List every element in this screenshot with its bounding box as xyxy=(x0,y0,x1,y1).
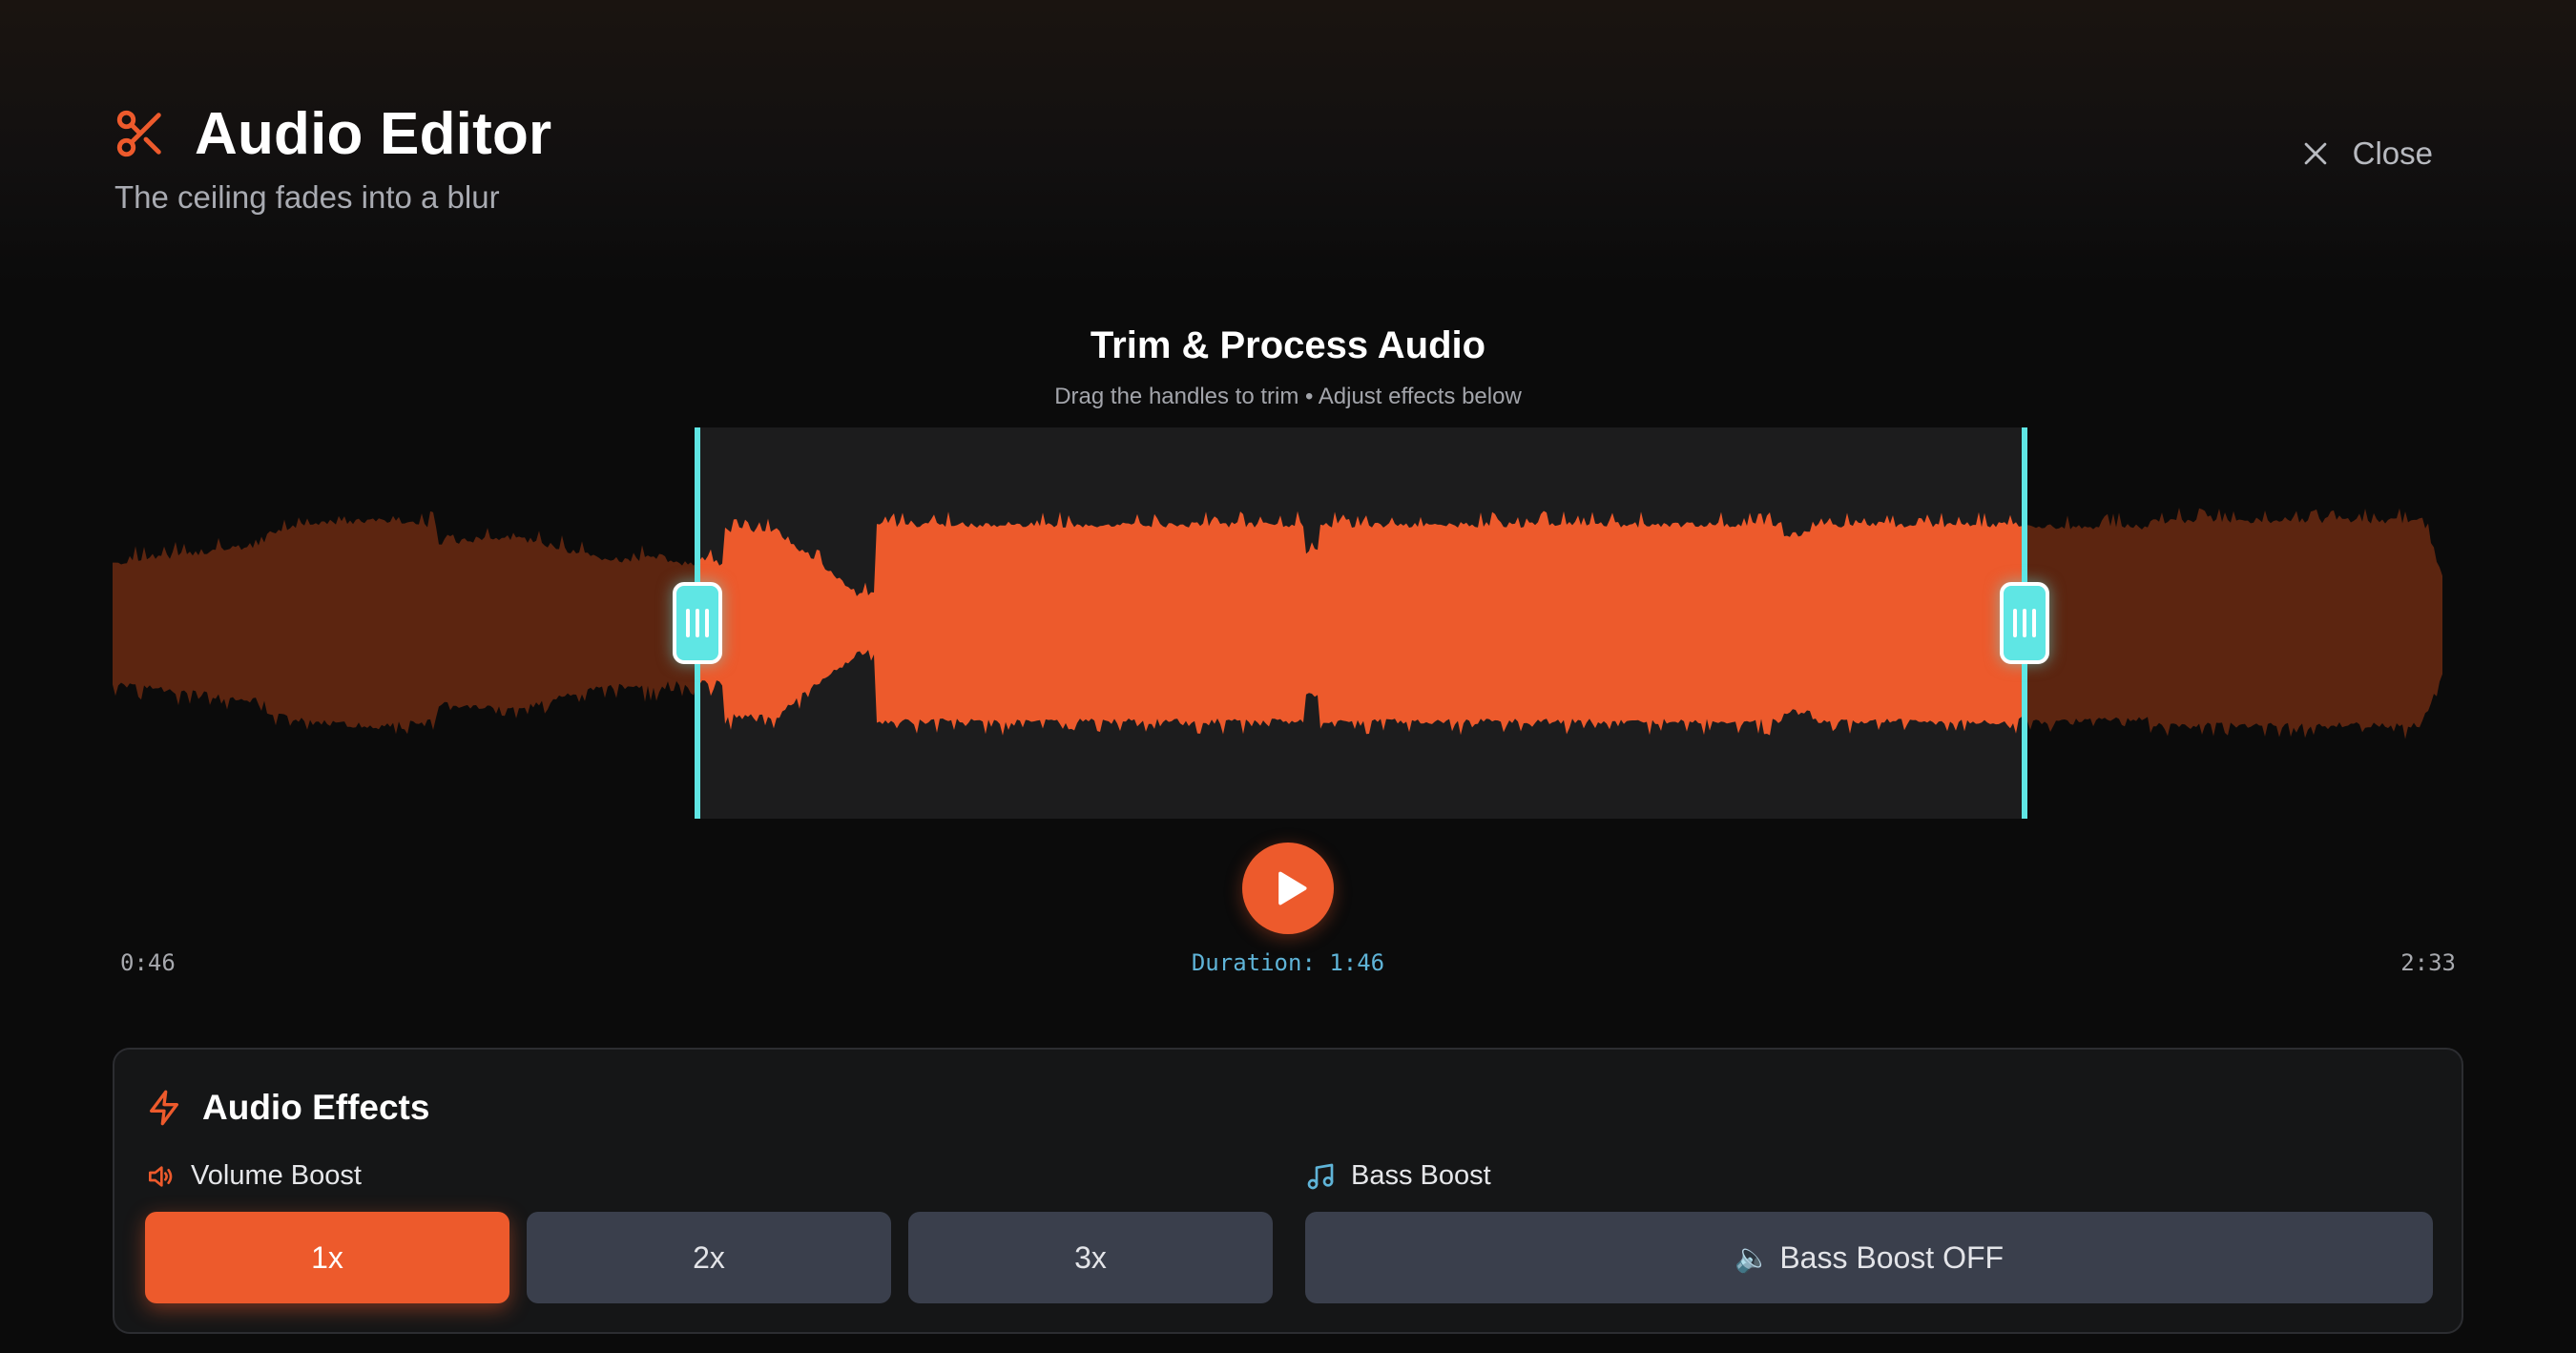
trim-subtitle: Drag the handles to trim • Adjust effect… xyxy=(1054,384,1522,409)
play-icon xyxy=(1278,871,1307,905)
grip-line xyxy=(2013,609,2017,637)
volume-boost-text: Volume Boost xyxy=(191,1160,362,1191)
volume-boost-label: Volume Boost xyxy=(145,1160,362,1192)
lightning-icon xyxy=(150,1090,178,1126)
grip-line xyxy=(696,609,699,637)
speaker-icon xyxy=(149,1165,173,1187)
effects-title-label: Audio Effects xyxy=(202,1088,430,1127)
volume-1x-button[interactable]: 1x xyxy=(145,1212,509,1303)
bass-boost-toggle[interactable]: 🔈 Bass Boost OFF xyxy=(1305,1212,2433,1303)
effects-title: Audio Effects xyxy=(145,1088,429,1128)
trim-duration: Duration: 1:46 xyxy=(1191,949,1385,976)
trim-end-handle[interactable] xyxy=(2000,582,2049,664)
music-note-icon xyxy=(1307,1163,1334,1189)
page-title: Audio Editor xyxy=(195,100,552,167)
bass-boost-button-label: Bass Boost OFF xyxy=(1779,1239,2005,1275)
trim-end-time: 2:33 xyxy=(2400,949,2456,976)
waveform[interactable] xyxy=(113,427,2444,819)
editor-header: Audio Editor The ceiling fades into a bl… xyxy=(113,95,2463,229)
close-icon xyxy=(2304,142,2326,165)
bass-boost-text: Bass Boost xyxy=(1351,1160,1491,1191)
volume-3x-button[interactable]: 3x xyxy=(908,1212,1273,1303)
grip-line xyxy=(686,609,690,637)
grip-line xyxy=(2032,609,2036,637)
grip-line xyxy=(705,609,709,637)
grip-line xyxy=(2023,609,2026,637)
close-button[interactable]: Close xyxy=(2299,135,2433,172)
waveform-selected xyxy=(699,510,2025,736)
track-subtitle: The ceiling fades into a blur xyxy=(114,179,500,215)
title-row: Audio Editor xyxy=(113,95,2463,172)
scissors-icon xyxy=(116,110,161,157)
play-button[interactable] xyxy=(1242,843,1334,934)
close-label: Close xyxy=(2352,135,2433,171)
waveform-area[interactable] xyxy=(113,427,2444,819)
volume-2x-button[interactable]: 2x xyxy=(527,1212,891,1303)
speaker-muted-icon: 🔈 xyxy=(1734,1241,1771,1274)
trim-start-handle[interactable] xyxy=(673,582,722,664)
bass-boost-label: Bass Boost xyxy=(1305,1160,1491,1192)
trim-title: Trim & Process Audio xyxy=(1090,324,1486,366)
audio-effects-panel: Audio Effects Volume Boost 1x 2x 3x Bass… xyxy=(113,1048,2463,1334)
